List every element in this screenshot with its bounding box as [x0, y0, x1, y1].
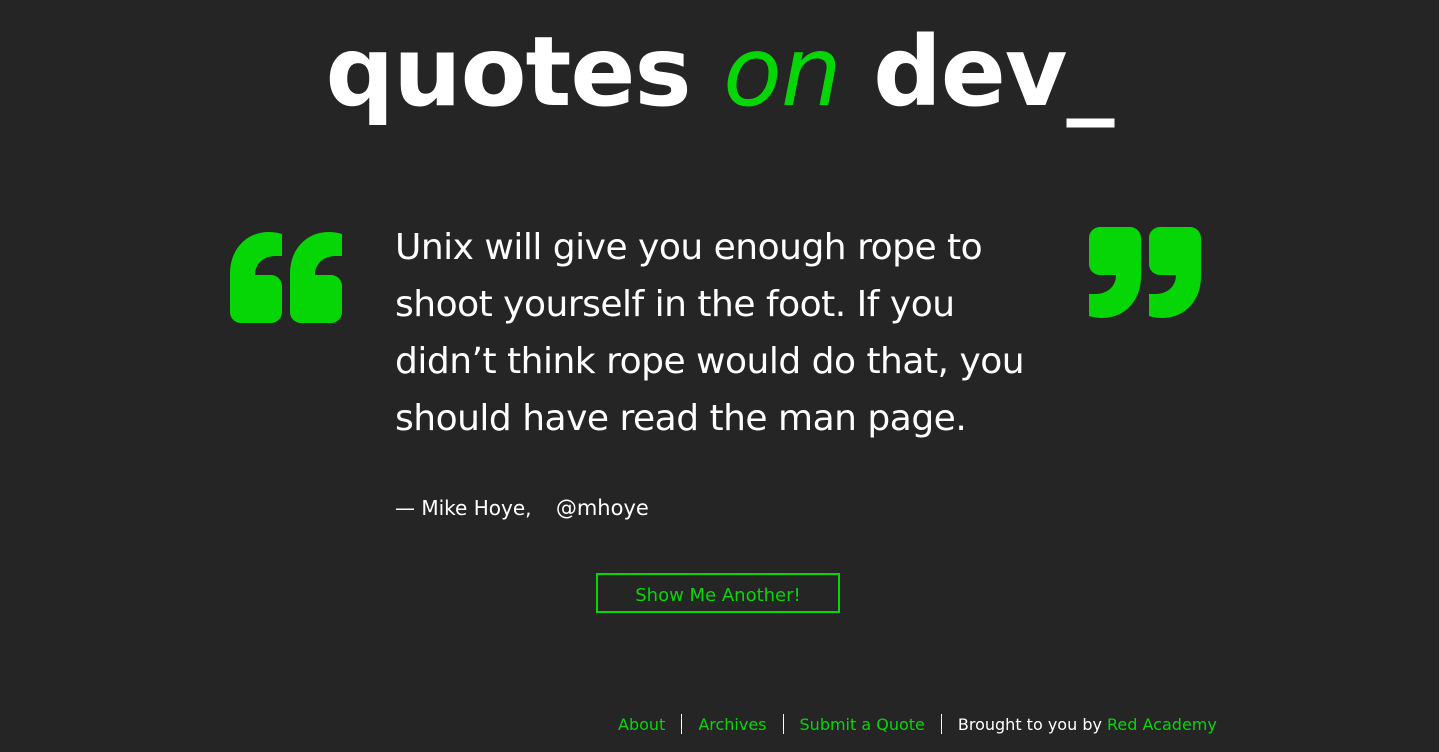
- footer-credit: Brought to you by Red Academy: [958, 715, 1217, 734]
- footer-divider: [782, 714, 784, 734]
- quote-text: Unix will give you enough rope to shoot …: [395, 227, 1025, 439]
- footer-divider: [681, 714, 683, 734]
- footer-link-about[interactable]: About: [618, 715, 665, 734]
- site-logo[interactable]: quotes on dev_: [0, 12, 1439, 132]
- quote-author: — Mike Hoye,: [395, 496, 532, 520]
- footer-nav: About Archives Submit a Quote Brought to…: [618, 712, 1217, 736]
- footer-link-archives[interactable]: Archives: [698, 715, 766, 734]
- show-another-button[interactable]: Show Me Another!: [596, 573, 840, 613]
- logo-word-on: on: [723, 16, 842, 128]
- logo-word-quotes: quotes: [325, 16, 692, 128]
- footer-link-red-academy[interactable]: Red Academy: [1107, 715, 1217, 734]
- open-quote-icon: [230, 232, 342, 323]
- page: quotes on dev_ Unix will give you enough…: [0, 0, 1439, 752]
- footer-link-submit[interactable]: Submit a Quote: [800, 715, 925, 734]
- footer-divider: [940, 714, 942, 734]
- quote-attribution: — Mike Hoye, @mhoye: [395, 490, 649, 526]
- footer-credit-prefix: Brought to you by: [957, 714, 1102, 734]
- close-quote-icon: [1089, 227, 1201, 318]
- quote-source: @mhoye: [555, 496, 649, 520]
- logo-cursor: _: [1066, 16, 1114, 128]
- logo-word-dev: dev: [873, 16, 1067, 128]
